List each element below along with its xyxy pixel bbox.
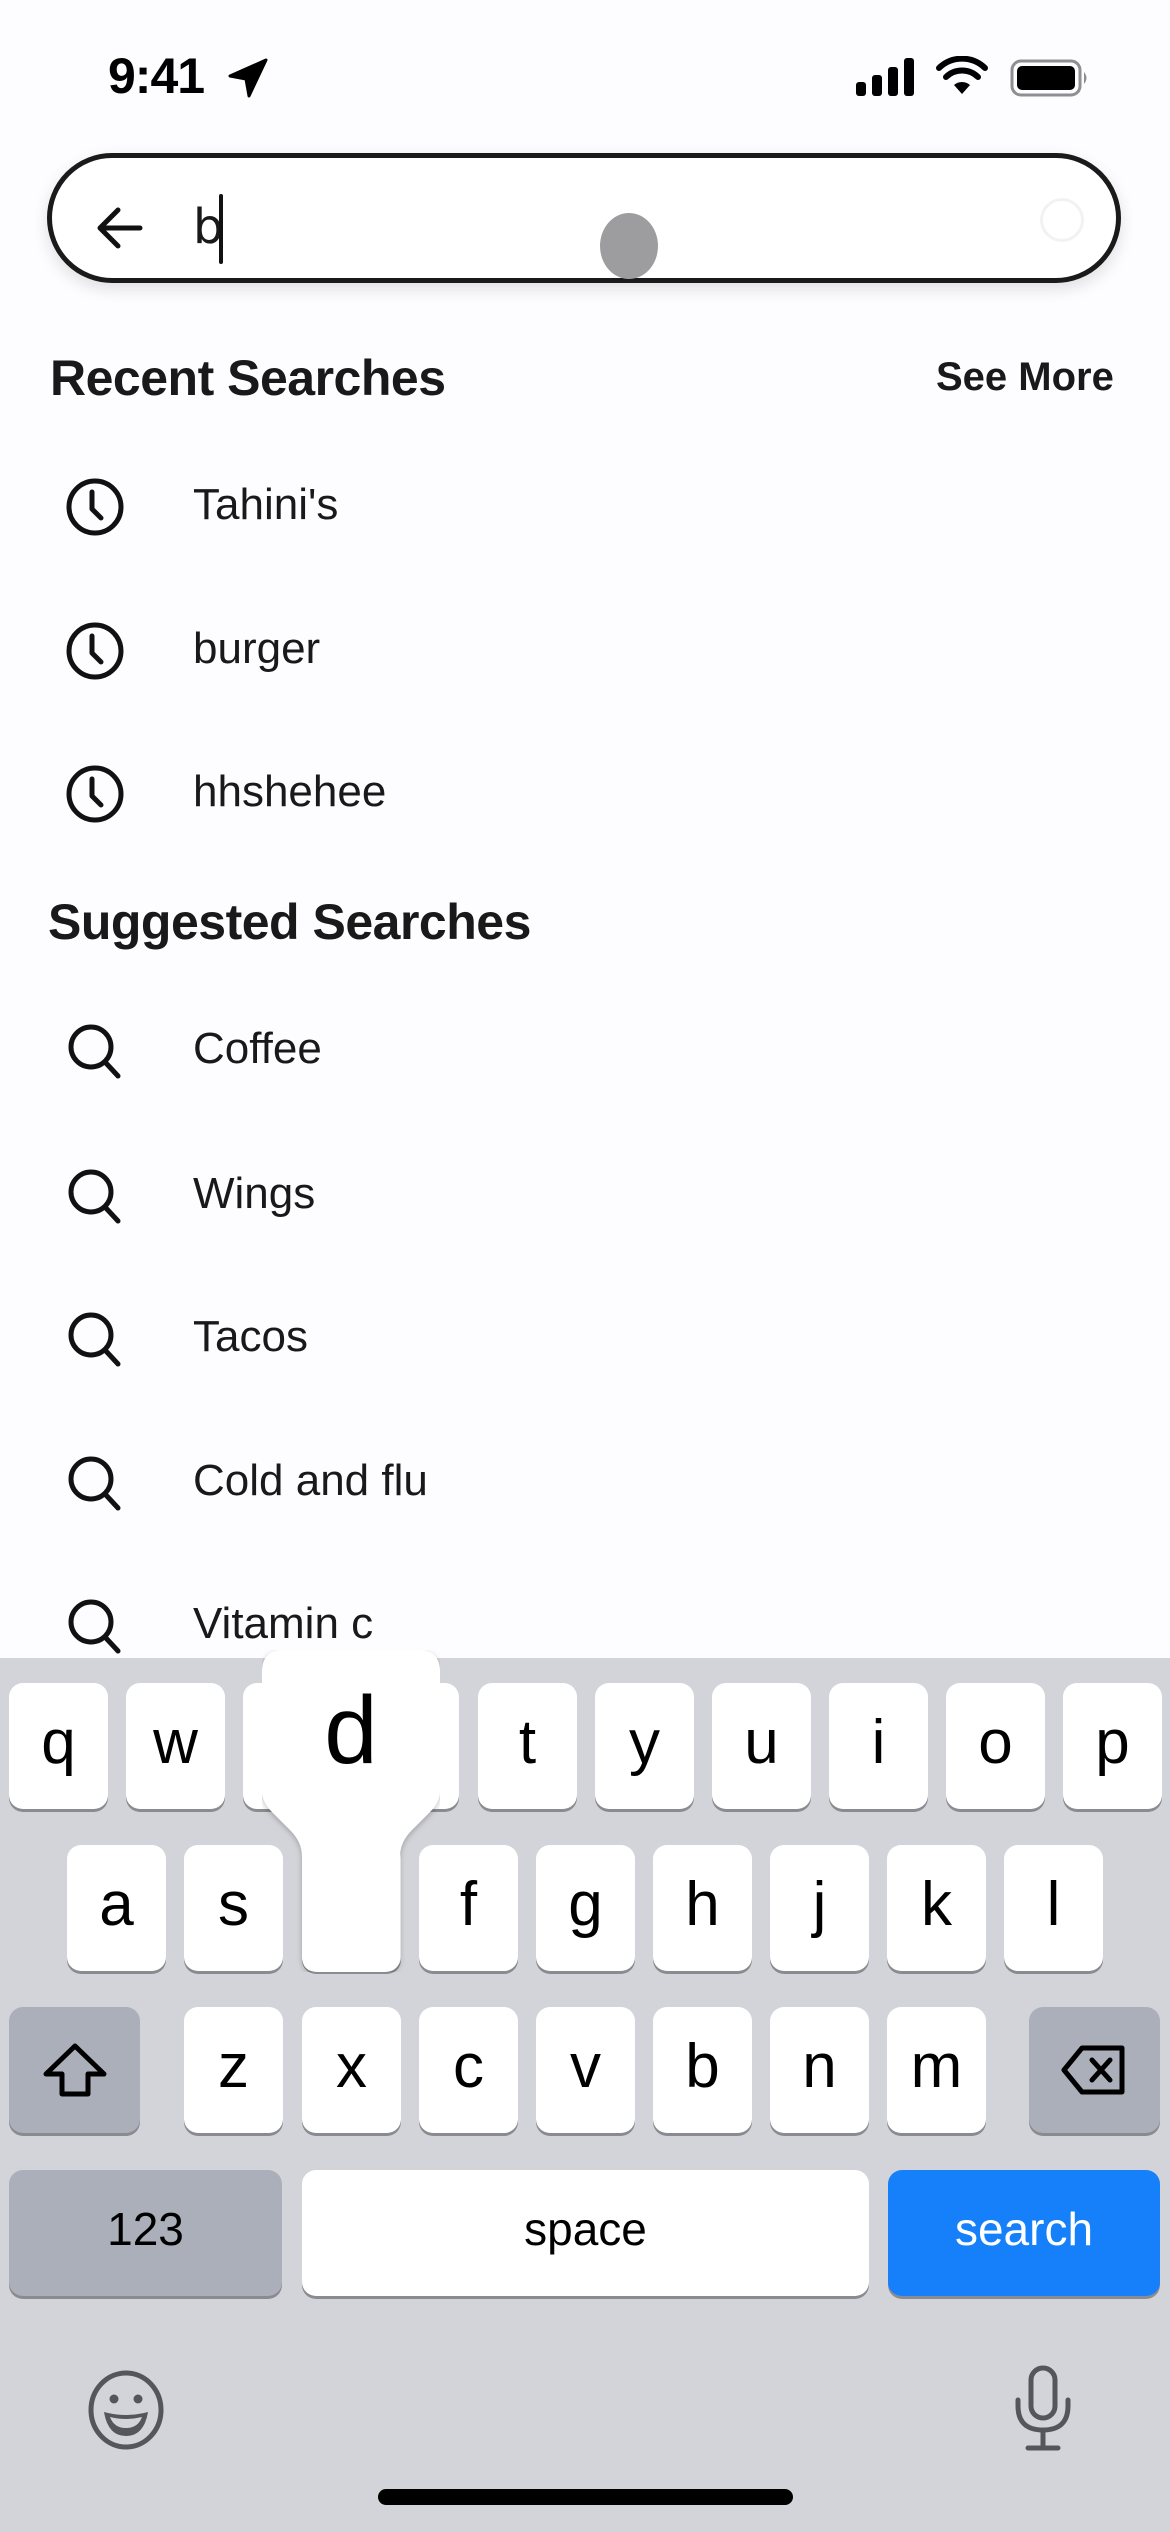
recent-search-item[interactable]: hhshehee — [0, 728, 1170, 858]
search-icon — [68, 1169, 121, 1224]
key-x[interactable]: x — [302, 2007, 401, 2133]
suggested-search-item[interactable]: Coffee — [0, 985, 1170, 1115]
touch-indicator — [600, 213, 658, 279]
key-b[interactable]: b — [653, 2007, 752, 2133]
key-l[interactable]: l — [1004, 1845, 1103, 1971]
shift-icon — [43, 2043, 106, 2097]
search-icon — [68, 1312, 121, 1367]
suggested-search-label: Vitamin c — [193, 1599, 374, 1648]
key-k[interactable]: k — [887, 1845, 986, 1971]
status-time: 9:41 — [108, 48, 205, 104]
key-y[interactable]: y — [595, 1683, 694, 1809]
suggested-search-item[interactable]: Cold and flu — [0, 1417, 1170, 1547]
clock-icon — [66, 478, 124, 536]
key-g[interactable]: g — [536, 1845, 635, 1971]
suggested-search-label: Wings — [193, 1169, 316, 1218]
suggested-search-label: Tacos — [193, 1312, 308, 1361]
suggested-search-label: Coffee — [193, 1024, 322, 1073]
location-arrow-icon — [228, 58, 268, 98]
shift-key[interactable] — [9, 2007, 140, 2133]
key-i[interactable]: i — [829, 1683, 928, 1809]
recent-search-item[interactable]: burger — [0, 585, 1170, 715]
key-u[interactable]: u — [712, 1683, 811, 1809]
recent-search-label: hhshehee — [193, 767, 387, 816]
key-c[interactable]: c — [419, 2007, 518, 2133]
key-t[interactable]: t — [478, 1683, 577, 1809]
cellular-signal-icon — [856, 58, 914, 96]
battery-icon — [1010, 59, 1087, 97]
key-v[interactable]: v — [536, 2007, 635, 2133]
backspace-icon — [1061, 2045, 1124, 2095]
suggested-searches-heading: Suggested Searches — [48, 894, 531, 950]
key-popup-label: d — [324, 1677, 378, 1784]
suggested-search-item[interactable]: Tacos — [0, 1273, 1170, 1403]
wifi-icon — [936, 56, 988, 94]
key-o[interactable]: o — [946, 1683, 1045, 1809]
microphone-icon[interactable] — [1008, 2364, 1078, 2454]
delete-key[interactable] — [1029, 2007, 1160, 2133]
space-key[interactable]: space — [302, 2170, 869, 2296]
key-n[interactable]: n — [770, 2007, 869, 2133]
key-j[interactable]: j — [770, 1845, 869, 1971]
arrow-left-icon[interactable] — [92, 200, 148, 256]
clock-icon — [66, 622, 124, 680]
key-h[interactable]: h — [653, 1845, 752, 1971]
recent-search-label: burger — [193, 624, 321, 673]
numbers-key[interactable]: 123 — [9, 2170, 282, 2296]
suggested-search-item[interactable]: Wings — [0, 1130, 1170, 1260]
clock-icon — [66, 765, 124, 823]
recent-search-label: Tahini's — [193, 480, 339, 529]
search-icon — [68, 1599, 121, 1654]
key-p[interactable]: p — [1063, 1683, 1162, 1809]
text-cursor — [219, 194, 223, 264]
keyboard: q w e r t y u i o p a s f g h j k l z x … — [0, 1658, 1170, 2532]
clear-icon[interactable] — [1040, 198, 1084, 242]
key-z[interactable]: z — [184, 2007, 283, 2133]
search-key[interactable]: search — [888, 2170, 1160, 2296]
key-a[interactable]: a — [67, 1845, 166, 1971]
search-icon — [68, 1024, 121, 1079]
home-indicator — [378, 2489, 793, 2505]
key-q[interactable]: q — [9, 1683, 108, 1809]
key-w[interactable]: w — [126, 1683, 225, 1809]
suggested-search-label: Cold and flu — [193, 1456, 428, 1505]
search-icon — [68, 1456, 121, 1511]
recent-searches-heading: Recent Searches — [50, 350, 446, 406]
key-m[interactable]: m — [887, 2007, 986, 2133]
recent-search-item[interactable]: Tahini's — [0, 441, 1170, 571]
see-more-link[interactable]: See More — [936, 352, 1114, 402]
emoji-icon[interactable] — [86, 2370, 166, 2450]
